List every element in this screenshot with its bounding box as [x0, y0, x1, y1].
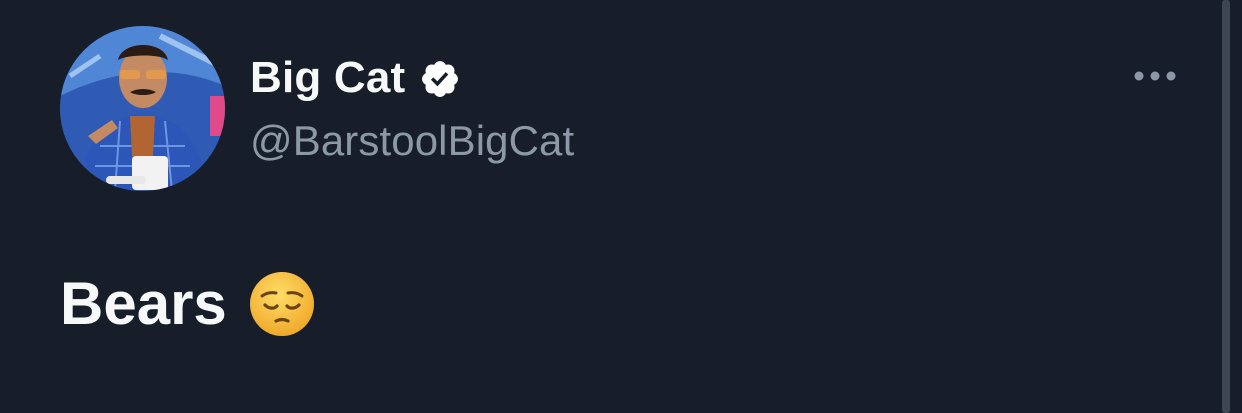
pensive-face-icon: [249, 271, 315, 337]
author-handle[interactable]: @BarstoolBigCat: [250, 116, 574, 166]
tweet-text: Bears: [60, 270, 227, 337]
author-name-row: Big Cat: [250, 52, 461, 104]
avatar-image: [60, 26, 225, 191]
more-horizontal-icon: [1133, 69, 1177, 87]
scrollbar[interactable]: [1222, 0, 1230, 413]
tweet-body: Bears: [60, 268, 315, 340]
author-display-name[interactable]: Big Cat: [250, 52, 405, 104]
tweet-card: Big Cat @BarstoolBigCat Bears: [0, 0, 1242, 413]
author-avatar[interactable]: [60, 26, 225, 191]
verified-badge-icon: [419, 58, 461, 100]
more-options-button[interactable]: [1128, 60, 1182, 96]
